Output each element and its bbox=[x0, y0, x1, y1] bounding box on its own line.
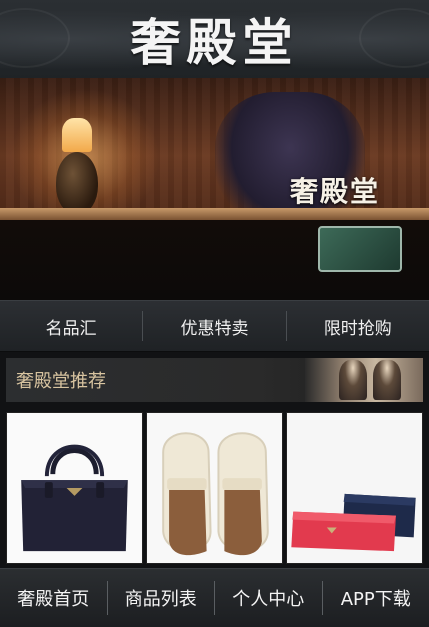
site-header: 奢殿堂 bbox=[0, 0, 429, 78]
recommend-banner-image bbox=[305, 358, 423, 402]
bottom-nav-home[interactable]: 奢殿首页 bbox=[0, 585, 107, 611]
loafers-image bbox=[147, 413, 282, 563]
product-card-loafers[interactable] bbox=[146, 412, 283, 564]
recommend-model-left bbox=[339, 360, 367, 400]
handbag-image bbox=[7, 413, 142, 563]
banner-lamp-shade bbox=[62, 118, 92, 152]
banner-lamp-base bbox=[56, 152, 98, 214]
header-ornament-left bbox=[0, 8, 70, 68]
header-ornament-right bbox=[359, 8, 429, 68]
nav-item-brands[interactable]: 名品汇 bbox=[0, 301, 142, 351]
recommend-model-right bbox=[373, 360, 401, 400]
category-nav: 名品汇 优惠特卖 限时抢购 bbox=[0, 300, 429, 352]
banner-bag bbox=[318, 226, 402, 272]
nav-item-flash-sale[interactable]: 限时抢购 bbox=[287, 301, 429, 351]
hero-banner[interactable]: 奢殿堂 400-821-0272 bbox=[0, 78, 429, 300]
product-card-handbag[interactable] bbox=[6, 412, 143, 564]
bottom-nav-app-download[interactable]: APP下载 bbox=[323, 585, 429, 611]
banner-brand-text: 奢殿堂 bbox=[290, 175, 381, 208]
bottom-nav-profile[interactable]: 个人中心 bbox=[215, 585, 322, 611]
bottom-nav-product-list[interactable]: 商品列表 bbox=[108, 585, 215, 611]
site-logo[interactable]: 奢殿堂 bbox=[131, 3, 299, 75]
recommend-title: 奢殿堂推荐 bbox=[16, 371, 106, 392]
recommend-header: 奢殿堂推荐 bbox=[6, 358, 423, 402]
bottom-nav: 奢殿首页 商品列表 个人中心 APP下载 bbox=[0, 568, 429, 627]
product-card-wallet[interactable] bbox=[286, 412, 423, 564]
wallet-image bbox=[287, 413, 422, 563]
product-grid bbox=[6, 412, 423, 564]
nav-item-sale[interactable]: 优惠特卖 bbox=[143, 301, 285, 351]
